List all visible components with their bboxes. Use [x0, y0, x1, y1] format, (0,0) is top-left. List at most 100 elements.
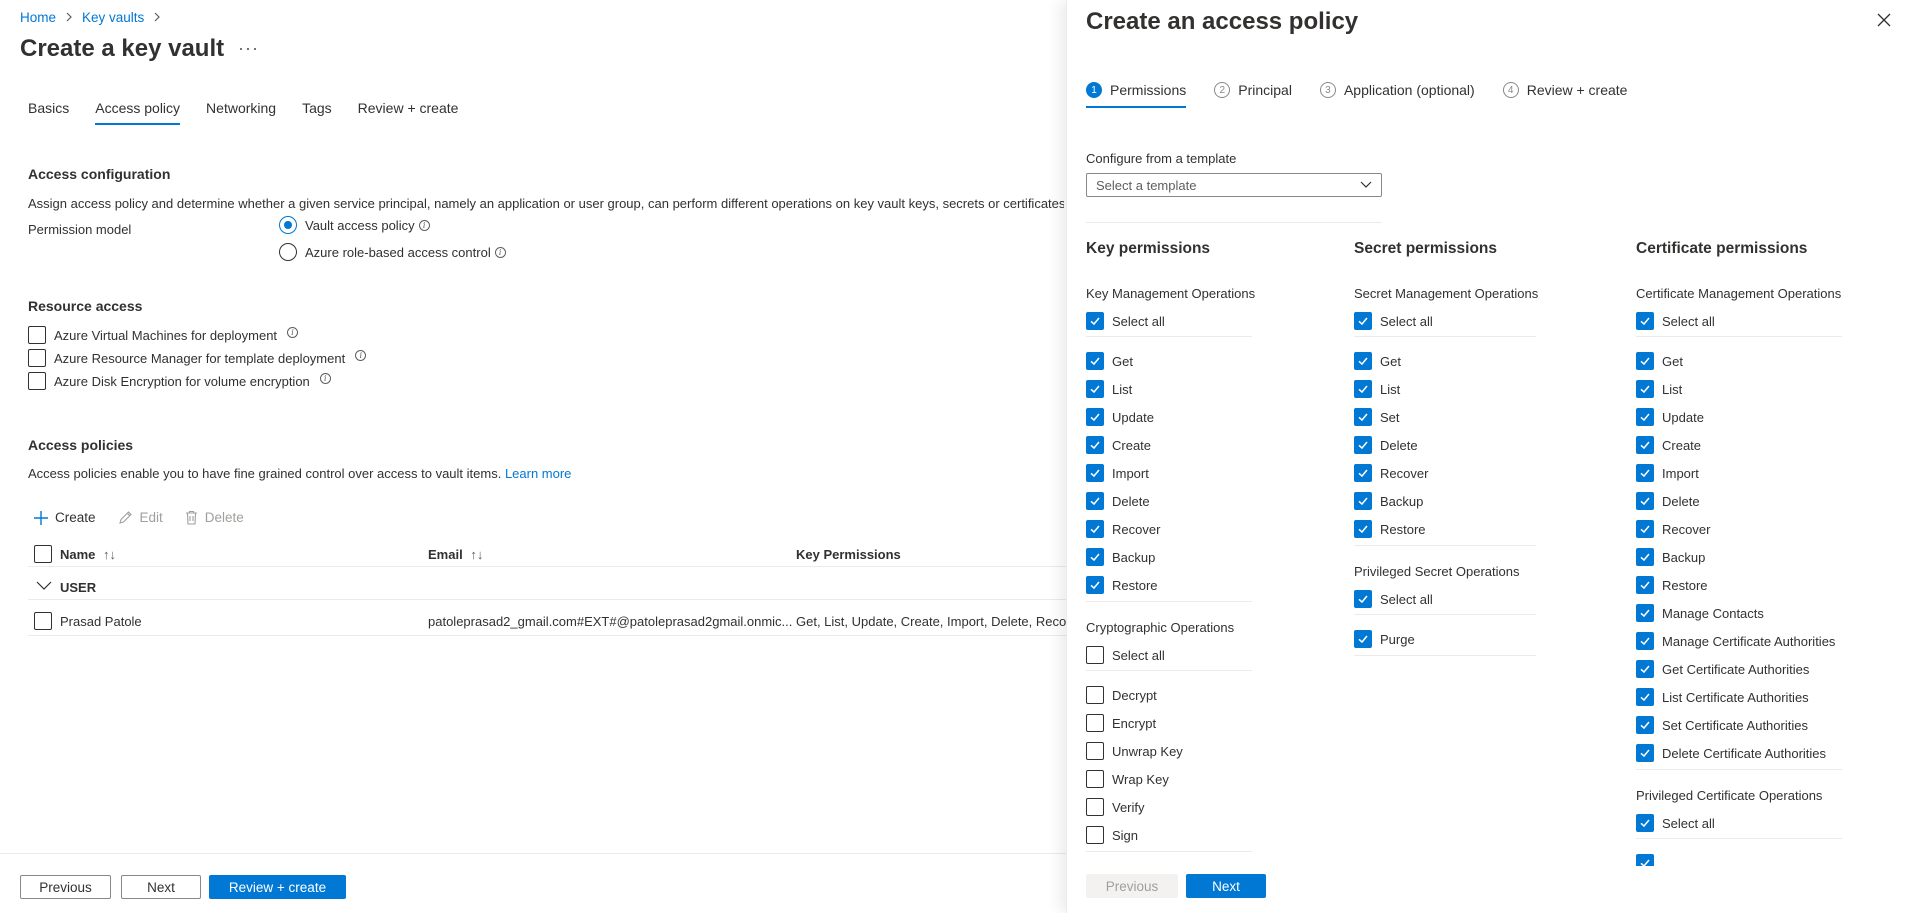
cert-perm-delete[interactable]: Delete — [1636, 487, 1842, 515]
checkbox[interactable] — [1636, 716, 1654, 734]
checkbox[interactable] — [1086, 742, 1104, 760]
checkbox[interactable] — [1636, 492, 1654, 510]
step-principal[interactable]: 2 Principal — [1214, 82, 1292, 108]
tab-tags[interactable]: Tags — [302, 100, 332, 125]
breadcrumb-key-vaults-link[interactable]: Key vaults — [82, 10, 144, 25]
secret-perm-restore[interactable]: Restore — [1354, 515, 1538, 543]
cert-perm-import[interactable]: Import — [1636, 459, 1842, 487]
checkbox[interactable] — [1086, 408, 1104, 426]
checkbox[interactable] — [28, 372, 46, 390]
key-perm-backup[interactable]: Backup — [1086, 543, 1255, 571]
checkbox[interactable] — [1636, 312, 1654, 330]
panel-previous-button[interactable]: Previous — [1086, 874, 1178, 898]
cert-perm-create[interactable]: Create — [1636, 431, 1842, 459]
tab-access-policy[interactable]: Access policy — [95, 100, 180, 125]
checkbox[interactable] — [1354, 312, 1372, 330]
key-perm-get[interactable]: Get — [1086, 347, 1255, 375]
cert-perm-restore[interactable]: Restore — [1636, 571, 1842, 599]
checkbox[interactable] — [1636, 464, 1654, 482]
checkbox-azure-rm-template[interactable]: Azure Resource Manager for template depl… — [28, 349, 367, 367]
checkbox[interactable] — [1086, 492, 1104, 510]
cert-perm-backup[interactable]: Backup — [1636, 543, 1842, 571]
column-header-name[interactable]: Name ↑↓ — [60, 547, 116, 562]
key-perm-sign[interactable]: Sign — [1086, 821, 1255, 849]
step-application[interactable]: 3 Application (optional) — [1319, 82, 1475, 108]
learn-more-link[interactable]: Learn more — [505, 466, 571, 481]
checkbox[interactable] — [1354, 436, 1372, 454]
create-button[interactable]: Create — [34, 510, 96, 525]
info-icon[interactable]: i — [355, 349, 367, 361]
checkbox[interactable] — [1086, 826, 1104, 844]
checkbox[interactable] — [1354, 520, 1372, 538]
privileged-certificate-select-all[interactable]: Select all — [1636, 814, 1842, 832]
key-perm-restore[interactable]: Restore — [1086, 571, 1255, 599]
cert-perm-get[interactable]: Get — [1636, 347, 1842, 375]
cert-perm-delete-cas[interactable]: Delete Certificate Authorities — [1636, 739, 1842, 767]
breadcrumb-home-link[interactable]: Home — [20, 10, 56, 25]
checkbox[interactable] — [1354, 380, 1372, 398]
cert-perm-set-cas[interactable]: Set Certificate Authorities — [1636, 711, 1842, 739]
select-all-rows-checkbox[interactable] — [34, 545, 52, 563]
checkbox[interactable] — [1354, 590, 1372, 608]
radio-azure-rbac[interactable]: Azure role-based access control i — [279, 243, 506, 261]
checkbox-azure-vm-deployment[interactable]: Azure Virtual Machines for deployment i — [28, 326, 299, 344]
step-permissions[interactable]: 1 Permissions — [1086, 82, 1187, 108]
key-perm-verify[interactable]: Verify — [1086, 793, 1255, 821]
checkbox[interactable] — [1636, 660, 1654, 678]
close-icon[interactable] — [1877, 13, 1891, 27]
key-perm-encrypt[interactable]: Encrypt — [1086, 709, 1255, 737]
delete-button[interactable]: Delete — [185, 510, 244, 525]
checkbox[interactable] — [1354, 352, 1372, 370]
checkbox[interactable] — [1086, 352, 1104, 370]
secret-management-select-all[interactable]: Select all — [1354, 312, 1538, 330]
checkbox[interactable] — [1086, 646, 1104, 664]
radio-button[interactable] — [279, 243, 297, 261]
cryptographic-select-all[interactable]: Select all — [1086, 646, 1255, 664]
secret-perm-recover[interactable]: Recover — [1354, 459, 1538, 487]
checkbox[interactable] — [1086, 436, 1104, 454]
checkbox[interactable] — [1086, 770, 1104, 788]
key-perm-update[interactable]: Update — [1086, 403, 1255, 431]
key-perm-wrap-key[interactable]: Wrap Key — [1086, 765, 1255, 793]
privileged-secret-select-all[interactable]: Select all — [1354, 590, 1538, 608]
more-options-icon[interactable]: ··· — [238, 38, 259, 59]
radio-vault-access-policy[interactable]: Vault access policy i — [279, 216, 430, 234]
group-header-user[interactable]: USER — [28, 578, 1068, 600]
checkbox[interactable] — [1086, 464, 1104, 482]
column-header-email[interactable]: Email ↑↓ — [428, 547, 483, 562]
info-icon[interactable]: i — [319, 372, 331, 384]
checkbox[interactable] — [1636, 576, 1654, 594]
checkbox[interactable] — [1354, 464, 1372, 482]
checkbox[interactable] — [1086, 548, 1104, 566]
radio-button[interactable] — [279, 216, 297, 234]
key-management-select-all[interactable]: Select all — [1086, 312, 1255, 330]
column-header-key-permissions[interactable]: Key Permissions — [796, 547, 901, 562]
cert-perm-update[interactable]: Update — [1636, 403, 1842, 431]
cert-perm-manage-cas[interactable]: Manage Certificate Authorities — [1636, 627, 1842, 655]
review-create-button[interactable]: Review + create — [209, 875, 346, 899]
key-perm-unwrap-key[interactable]: Unwrap Key — [1086, 737, 1255, 765]
step-review-create[interactable]: 4 Review + create — [1502, 82, 1627, 108]
secret-perm-list[interactable]: List — [1354, 375, 1538, 403]
checkbox[interactable] — [1086, 520, 1104, 538]
key-perm-create[interactable]: Create — [1086, 431, 1255, 459]
checkbox[interactable] — [1354, 630, 1372, 648]
panel-next-button[interactable]: Next — [1186, 874, 1266, 898]
secret-perm-backup[interactable]: Backup — [1354, 487, 1538, 515]
cert-perm-manage-contacts[interactable]: Manage Contacts — [1636, 599, 1842, 627]
cert-perm-recover[interactable]: Recover — [1636, 515, 1842, 543]
next-button[interactable]: Next — [121, 875, 201, 899]
checkbox[interactable] — [1354, 408, 1372, 426]
checkbox[interactable] — [1086, 798, 1104, 816]
checkbox[interactable] — [1086, 576, 1104, 594]
checkbox[interactable] — [28, 349, 46, 367]
secret-perm-set[interactable]: Set — [1354, 403, 1538, 431]
info-icon[interactable]: i — [287, 326, 299, 338]
tab-networking[interactable]: Networking — [206, 100, 276, 125]
checkbox[interactable] — [1086, 686, 1104, 704]
tab-review-create[interactable]: Review + create — [358, 100, 459, 125]
info-icon[interactable]: i — [494, 246, 506, 258]
checkbox[interactable] — [1086, 312, 1104, 330]
cert-perm-list-cas[interactable]: List Certificate Authorities — [1636, 683, 1842, 711]
checkbox[interactable] — [1636, 688, 1654, 706]
